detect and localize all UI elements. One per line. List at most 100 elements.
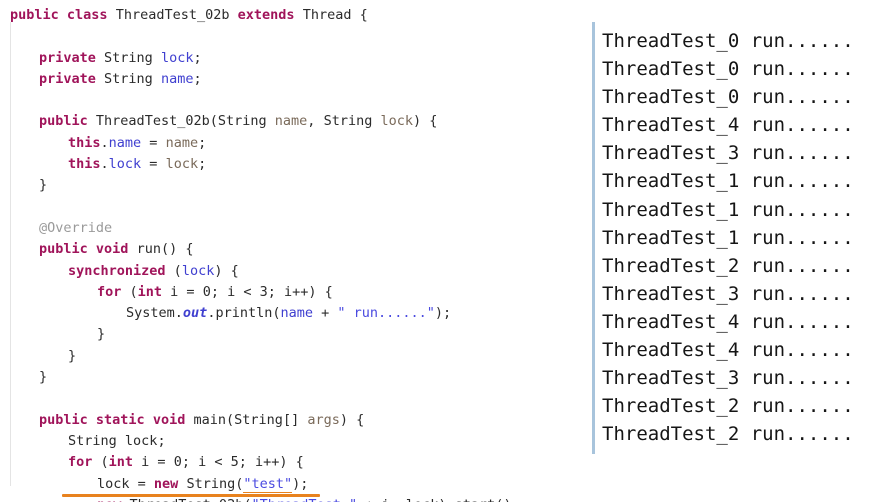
- code-line[interactable]: @Override: [0, 218, 592, 239]
- code-line[interactable]: System.out.println(name + " run......");: [0, 303, 592, 324]
- code-token: " run......": [337, 305, 435, 322]
- code-token: public: [39, 241, 88, 258]
- console-line: ThreadTest_3 run......: [602, 282, 854, 305]
- code-editor-pane[interactable]: public class ThreadTest_02b extends Thre…: [0, 0, 592, 502]
- code-token: private: [39, 49, 96, 66]
- code-line[interactable]: this.name = name;: [0, 133, 592, 154]
- code-token: name: [108, 134, 142, 151]
- code-line[interactable]: private String lock;: [0, 48, 592, 69]
- code-line[interactable]: private String name;: [0, 69, 592, 90]
- code-token: synchronized: [68, 262, 166, 279]
- console-line: ThreadTest_1 run......: [602, 226, 854, 249]
- code-token: new: [97, 497, 121, 502]
- code-token: String: [104, 70, 153, 87]
- code-token: String: [217, 113, 267, 130]
- code-line[interactable]: }: [0, 346, 592, 367]
- highlight-lock-assignment: [62, 493, 320, 497]
- code-line[interactable]: public ThreadTest_02b(String name, Strin…: [0, 111, 592, 132]
- console-line: ThreadTest_0 run......: [602, 86, 854, 109]
- code-token: class: [66, 7, 108, 23]
- code-token: (: [209, 113, 218, 130]
- code-token: ; i++) {: [238, 454, 304, 471]
- code-token: ThreadTest_02b: [115, 7, 230, 23]
- code-token: name: [165, 134, 199, 151]
- code-token: 0: [202, 283, 211, 300]
- code-token: ,: [307, 113, 324, 130]
- code-token: for: [68, 454, 93, 471]
- code-token: lock: [165, 156, 199, 173]
- console-line: ThreadTest_3 run......: [602, 367, 854, 390]
- code-line[interactable]: for (int i = 0; i < 5; i++) {: [0, 452, 592, 473]
- code-token: lock: [181, 262, 215, 279]
- code-token: private: [39, 70, 96, 87]
- code-token: + i, lock).start();: [357, 497, 519, 502]
- console-output-pane[interactable]: ThreadTest_0 run...... ThreadTest_0 run..…: [598, 0, 892, 502]
- code-token: ) {: [214, 262, 239, 279]
- code-token: (: [165, 262, 182, 279]
- code-token: ;: [193, 49, 202, 66]
- code-token: []: [282, 411, 308, 428]
- code-token: String: [186, 475, 236, 492]
- console-line: ThreadTest_2 run......: [602, 395, 854, 418]
- code-token: void: [152, 411, 186, 428]
- code-token: ; i <: [210, 283, 260, 300]
- code-token: 3: [259, 283, 268, 300]
- console-line: ThreadTest_1 run......: [602, 198, 854, 221]
- code-token: ) {: [413, 113, 438, 130]
- code-line[interactable]: public void run() {: [0, 239, 592, 260]
- code-line[interactable]: String lock;: [0, 431, 592, 452]
- code-line[interactable]: synchronized (lock) {: [0, 261, 592, 282]
- pane-divider: [592, 22, 595, 454]
- code-token: lock: [124, 432, 158, 449]
- code-token: 5: [230, 454, 239, 471]
- code-line[interactable]: }: [0, 175, 592, 196]
- code-token: System: [126, 305, 175, 322]
- code-line[interactable]: lock = new String("test");: [0, 474, 592, 495]
- code-token: "ThreadTest_": [251, 497, 357, 502]
- console-line: ThreadTest_4 run......: [602, 114, 854, 137]
- code-token: extends: [237, 7, 295, 23]
- code-token: () {: [160, 241, 194, 258]
- code-token: static: [95, 411, 145, 428]
- code-line[interactable]: public static void main(String[] args) {: [0, 410, 592, 431]
- code-token: run: [136, 241, 161, 258]
- code-token: ;: [198, 134, 207, 151]
- code-token: lock: [97, 475, 130, 492]
- code-token: String: [323, 113, 373, 130]
- code-line[interactable]: this.lock = lock;: [0, 154, 592, 175]
- screenshot-root: public class ThreadTest_02b extends Thre…: [0, 0, 892, 502]
- console-line-list: ThreadTest_0 run...... ThreadTest_0 run..…: [598, 27, 892, 448]
- code-line[interactable]: [0, 90, 592, 111]
- code-token: this: [68, 134, 101, 151]
- code-line[interactable]: }: [0, 324, 592, 345]
- code-token: void: [95, 241, 129, 258]
- code-token: ;: [198, 156, 207, 173]
- code-token: int: [108, 454, 134, 471]
- code-line[interactable]: for (int i = 0; i < 3; i++) {: [0, 282, 592, 303]
- code-line-list: public class ThreadTest_02b extends Thre…: [0, 5, 592, 502]
- code-line[interactable]: public class ThreadTest_02b extends Thre…: [0, 5, 592, 26]
- code-token: }: [39, 369, 48, 386]
- code-line[interactable]: [0, 388, 592, 409]
- console-line: ThreadTest_2 run......: [602, 423, 854, 446]
- code-token: i =: [133, 454, 174, 471]
- code-token: out: [182, 305, 208, 322]
- code-line[interactable]: }: [0, 367, 592, 388]
- code-token: =: [141, 156, 166, 173]
- code-token: public: [39, 113, 88, 130]
- code-line[interactable]: [0, 26, 592, 47]
- code-token: }: [97, 326, 106, 343]
- code-line[interactable]: [0, 197, 592, 218]
- console-line: ThreadTest_3 run......: [602, 142, 854, 165]
